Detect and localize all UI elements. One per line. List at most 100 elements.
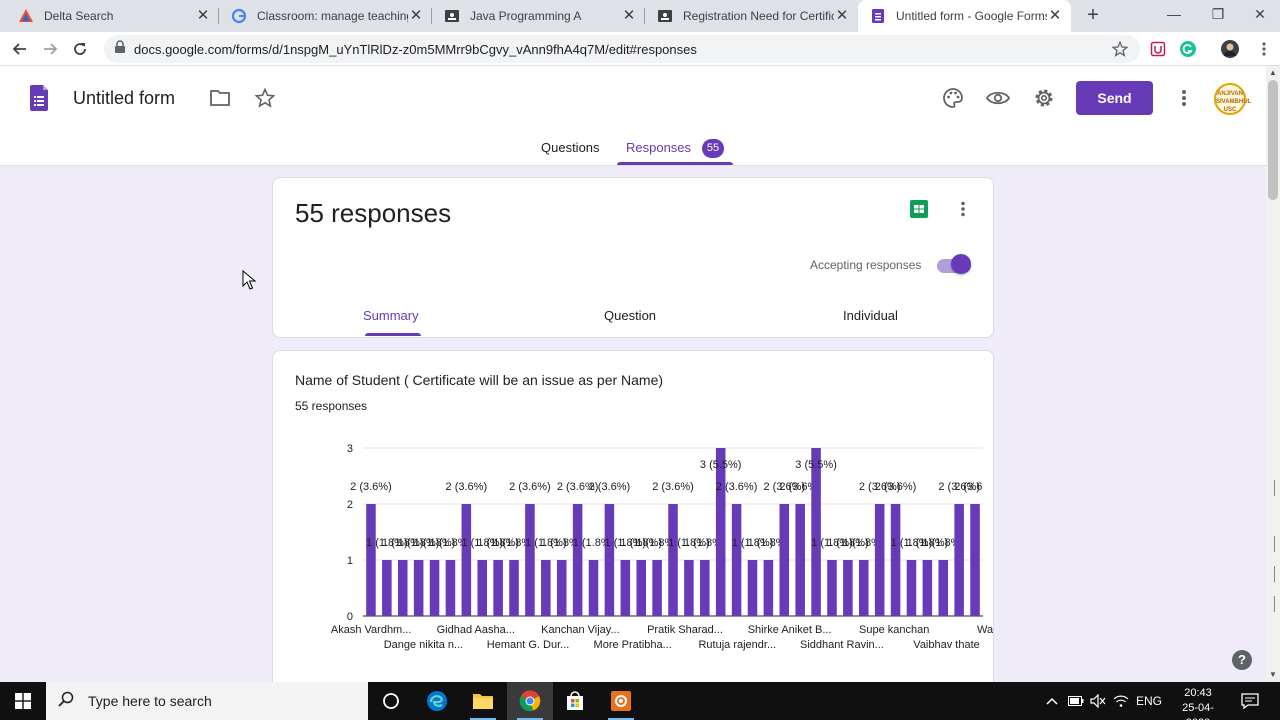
bar[interactable]: [859, 560, 869, 616]
back-arrow-icon[interactable]: [8, 37, 32, 61]
file-explorer-icon[interactable]: [460, 682, 506, 720]
bar[interactable]: [747, 560, 758, 616]
form-title[interactable]: Untitled form: [73, 88, 175, 109]
data-label[interactable]: 3 (5.5%): [795, 459, 837, 471]
bar[interactable]: [763, 560, 774, 616]
preview-eye-icon[interactable]: [986, 86, 1010, 110]
bar[interactable]: [445, 560, 456, 616]
data-label[interactable]: 2 (3.6%): [509, 481, 551, 493]
tray-chevron-up-icon[interactable]: [1042, 682, 1062, 720]
browser-tab-java-programming[interactable]: Java Programming A ✕: [432, 0, 645, 32]
bar[interactable]: [382, 560, 392, 616]
bar[interactable]: [843, 560, 853, 616]
bar[interactable]: [588, 560, 599, 616]
bookmark-star-icon[interactable]: [1110, 39, 1130, 59]
bar[interactable]: [652, 560, 662, 616]
scroll-down-arrow-icon[interactable]: ▼: [1266, 668, 1280, 682]
battery-icon[interactable]: [1066, 682, 1086, 720]
browser-tab-registration[interactable]: Registration Need for Certificat ✕: [645, 0, 858, 32]
close-icon[interactable]: ✕: [1047, 8, 1063, 24]
window-close-icon[interactable]: ✕: [1238, 0, 1280, 30]
data-label[interactable]: 2 (3.6%): [350, 481, 392, 493]
data-label[interactable]: 2 (3.6%): [652, 481, 694, 493]
bar[interactable]: [461, 504, 472, 616]
bar[interactable]: [429, 560, 440, 616]
windows-start-icon[interactable]: [0, 682, 46, 720]
restore-icon[interactable]: ❐: [1196, 0, 1240, 30]
bar[interactable]: [684, 560, 694, 616]
close-icon[interactable]: ✕: [195, 8, 211, 24]
microsoft-store-icon[interactable]: [552, 682, 598, 720]
data-label[interactable]: 2 (3.6%): [589, 481, 631, 493]
tab-questions[interactable]: Questions: [541, 140, 600, 155]
bar[interactable]: [477, 560, 487, 616]
data-label[interactable]: 2 (3.6%): [446, 481, 488, 493]
close-icon[interactable]: ✕: [408, 8, 424, 24]
minimize-icon[interactable]: —: [1152, 0, 1196, 30]
bar[interactable]: [366, 504, 376, 616]
cortana-icon[interactable]: [368, 682, 414, 720]
bar[interactable]: [731, 504, 742, 616]
reload-icon[interactable]: [68, 37, 92, 61]
tab-individual[interactable]: Individual: [843, 308, 898, 323]
bar[interactable]: [541, 560, 551, 616]
taskbar-clock[interactable]: 20:43 25-04-2020: [1170, 686, 1226, 720]
bar[interactable]: [397, 560, 408, 616]
bar[interactable]: [668, 504, 678, 616]
help-icon[interactable]: ?: [1232, 650, 1252, 670]
settings-gear-icon[interactable]: [1032, 86, 1056, 110]
bar[interactable]: [779, 504, 790, 616]
palette-icon[interactable]: [941, 86, 965, 110]
tab-question[interactable]: Question: [604, 308, 656, 323]
bar[interactable]: [715, 448, 726, 616]
bar[interactable]: [827, 560, 837, 616]
bar[interactable]: [890, 504, 901, 616]
star-icon[interactable]: [253, 86, 277, 110]
close-icon[interactable]: ✕: [621, 8, 637, 24]
account-avatar[interactable]: ANJIVAN SIVAMBHUL USC: [1214, 83, 1251, 115]
edge-browser-icon[interactable]: [414, 682, 460, 720]
bar[interactable]: [525, 504, 535, 616]
recorder-app-icon[interactable]: [598, 682, 644, 720]
extension-icon[interactable]: [1148, 39, 1168, 59]
new-tab-button[interactable]: +: [1082, 4, 1104, 26]
bar[interactable]: [922, 560, 933, 616]
bar[interactable]: [620, 560, 631, 616]
browser-tab-google-forms[interactable]: Untitled form - Google Forms ✕: [858, 0, 1071, 32]
grammarly-icon[interactable]: [1178, 39, 1198, 59]
bar[interactable]: [874, 504, 885, 616]
taskbar-search-box[interactable]: Type here to search: [46, 682, 368, 720]
data-label[interactable]: 3 (5.5%): [700, 459, 742, 471]
bar[interactable]: [811, 448, 821, 616]
chrome-menu-icon[interactable]: [1254, 39, 1274, 59]
notification-center-icon[interactable]: [1238, 682, 1262, 720]
bar[interactable]: [572, 504, 583, 616]
bar[interactable]: [970, 504, 980, 616]
folder-icon[interactable]: [208, 86, 232, 110]
bar[interactable]: [636, 560, 646, 616]
google-forms-logo-icon[interactable]: [28, 85, 52, 111]
bar[interactable]: [604, 504, 615, 616]
data-label[interactable]: 2 (3.6%): [954, 481, 993, 493]
send-button[interactable]: Send: [1076, 81, 1153, 115]
more-options-icon[interactable]: [1172, 86, 1196, 110]
volume-muted-icon[interactable]: [1088, 682, 1108, 720]
google-sheets-icon[interactable]: [907, 197, 931, 221]
browser-tab-delta-search[interactable]: Delta Search ✕: [6, 0, 219, 32]
bar[interactable]: [954, 504, 964, 616]
bar[interactable]: [795, 504, 805, 616]
bar[interactable]: [700, 560, 710, 616]
bar[interactable]: [509, 560, 519, 616]
forward-arrow-icon[interactable]: [38, 37, 62, 61]
data-label[interactable]: 2 (3.6%): [716, 481, 758, 493]
profile-avatar-icon[interactable]: [1220, 39, 1240, 59]
address-bar[interactable]: docs.google.com/forms/d/1nspgM_uYnTlRlDz…: [104, 35, 1140, 63]
card-more-options-icon[interactable]: [951, 197, 975, 221]
chrome-browser-icon[interactable]: [507, 682, 553, 720]
bar[interactable]: [938, 560, 949, 616]
toggle-knob[interactable]: [951, 254, 971, 274]
close-icon[interactable]: ✕: [834, 8, 850, 24]
language-indicator[interactable]: ENG: [1134, 682, 1164, 720]
data-label[interactable]: 2 (3.6%): [875, 481, 917, 493]
bar[interactable]: [556, 560, 567, 616]
